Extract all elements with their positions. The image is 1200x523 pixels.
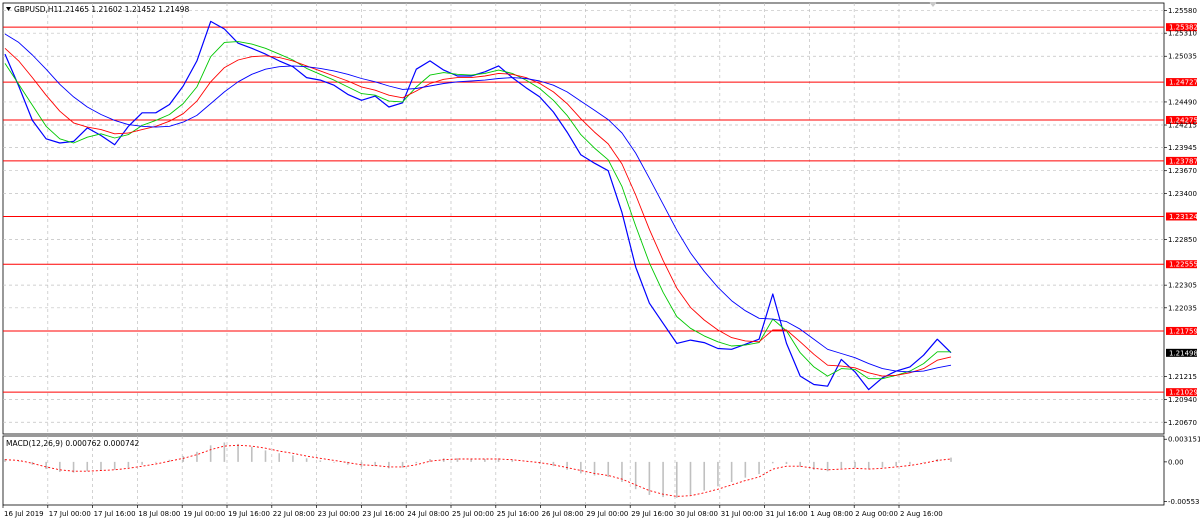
level-tag-label: 1.24727 (1169, 79, 1198, 87)
time-label: 1 Aug 08:00 (810, 510, 853, 518)
time-label: 22 Jul 08:00 (273, 510, 315, 518)
time-label: 31 Jul 00:00 (721, 510, 763, 518)
price-label: 1.20670 (1168, 419, 1197, 427)
price-label: 1.23670 (1168, 167, 1197, 175)
price-label: 1.24490 (1168, 98, 1197, 106)
level-tag-label: 1.23124 (1169, 213, 1198, 221)
ohlc-values: 1.21465 1.21602 1.21452 1.21498 (58, 5, 189, 14)
chart-shift-icon[interactable] (929, 2, 937, 7)
macd-label: MACD(12,26,9) 0.000762 0.000742 (6, 439, 140, 448)
macd-axis-label: 0.00 (1168, 458, 1184, 466)
price-pane-frame (2, 2, 1165, 435)
grid (3, 3, 1164, 505)
level-tag-label: 1.22555 (1169, 261, 1198, 269)
level-tag-label: 1.21759 (1169, 327, 1198, 335)
price-label: 1.25035 (1168, 53, 1197, 61)
time-label: 25 Jul 00:00 (452, 510, 494, 518)
price-label: 1.25310 (1168, 30, 1197, 38)
price-label: 1.21215 (1168, 373, 1197, 381)
time-label: 23 Jul 00:00 (318, 510, 360, 518)
symbol-label: GBPUSD,H1 (14, 5, 59, 14)
time-label: 31 Jul 16:00 (766, 510, 808, 518)
price-label: 1.22035 (1168, 304, 1197, 312)
moving-average-mid (4, 47, 952, 377)
macd-axis: 0.003151 0.00 -0.005531 (1164, 436, 1200, 506)
time-label: 2 Aug 16:00 (900, 510, 943, 518)
time-label: 25 Jul 16:00 (497, 510, 539, 518)
chart-canvas[interactable]: 1.253821.247271.242751.237871.231241.225… (0, 0, 1200, 523)
time-label: 16 Jul 2019 (4, 510, 44, 518)
price-label: 1.25580 (1168, 7, 1197, 15)
price-label: 1.22850 (1168, 236, 1197, 244)
macd-axis-label: 0.003151 (1168, 436, 1200, 444)
time-label: 26 Jul 08:00 (542, 510, 584, 518)
price-label: 1.23400 (1168, 190, 1197, 198)
macd-pane-frame (2, 435, 1165, 506)
time-label: 18 Jul 08:00 (138, 510, 180, 518)
time-label: 29 Jul 00:00 (586, 510, 628, 518)
time-label: 2 Aug 00:00 (855, 510, 898, 518)
macd-axis-label: -0.005531 (1168, 498, 1200, 506)
time-label: 29 Jul 16:00 (631, 510, 673, 518)
price-label: 1.20940 (1168, 396, 1197, 404)
price-label: 1.23945 (1168, 144, 1197, 152)
time-label: 17 Jul 00:00 (49, 510, 91, 518)
current-price-label: 1.21498 (1169, 349, 1198, 357)
time-label: 17 Jul 16:00 (94, 510, 136, 518)
price-label: 1.22305 (1168, 282, 1197, 290)
time-axis[interactable]: 16 Jul 2019 17 Jul 00:00 17 Jul 16:00 18 Ju… (2, 505, 943, 518)
macd-signal-line (4, 444, 952, 497)
time-label: 23 Jul 16:00 (362, 510, 404, 518)
time-label: 19 Jul 16:00 (228, 510, 270, 518)
time-label: 24 Jul 08:00 (407, 510, 449, 518)
level-tag-label: 1.23787 (1169, 157, 1198, 165)
chart-window[interactable]: 1.25382 1.24727 1.24275 1.23787 1.23124 1.225… (0, 0, 1200, 523)
time-label: 30 Jul 08:00 (676, 510, 718, 518)
price-label: 1.24215 (1168, 122, 1197, 130)
time-label: 19 Jul 00:00 (183, 510, 225, 518)
